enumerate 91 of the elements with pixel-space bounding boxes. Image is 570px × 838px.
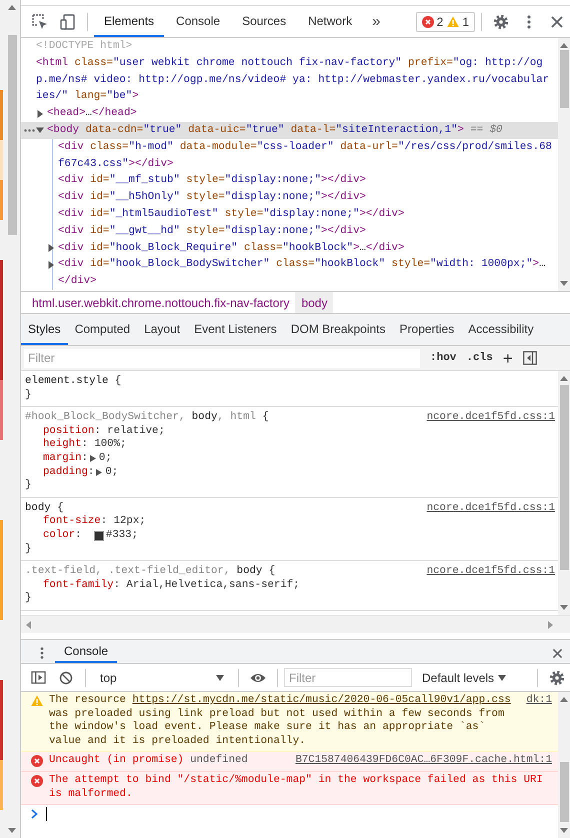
count-text: 1 — [462, 14, 469, 28]
dom-node[interactable]: <div id="hook_Block_BodySwitcher" class="hookBlock" style="width: 1000px;">… </div> — [21, 256, 558, 290]
css-property[interactable]: position — [43, 424, 94, 438]
css-value[interactable]: 0; — [98, 452, 112, 466]
sidebar-tab[interactable]: DOM Breakpoints — [284, 314, 393, 345]
message-text: The resource https://st.mycdn.me/static/music/2020-06-05call90v1/app.css was preloaded using link preload but not used within a few seconds from the window's load event. Please make sure it has an appropriate `as` value and it is preloaded intentionally. — [49, 694, 512, 748]
colon-text: : — [81, 438, 88, 452]
count-text: 2 — [436, 14, 444, 28]
css-selector: .text-field, .text-field_editor, body { — [25, 565, 276, 579]
dom-node[interactable]: <div id="hook_Block_Require" class="hookBlock">…</div> — [21, 240, 558, 256]
css-selector: #hook_Block_BodySwitcher, body, html { — [25, 411, 269, 425]
sidebar-tab[interactable]: Event Listeners — [187, 314, 284, 345]
source-link[interactable]: ncore.dce1f5fd.css:1 — [426, 565, 555, 579]
css-property[interactable]: height — [43, 438, 82, 452]
sidebar-toggle-icon[interactable] — [522, 351, 537, 365]
dom-node[interactable]: <div id="__gwt__hd" style="display:none;"></div> — [21, 222, 558, 240]
css-value[interactable]: #333; — [106, 528, 138, 543]
prompt-chevron-icon — [31, 809, 38, 820]
disclosure-triangle-icon[interactable] — [47, 260, 55, 269]
css-property[interactable]: color — [43, 528, 76, 543]
disclosure-triangle-icon[interactable] — [36, 126, 44, 134]
css-value[interactable]: 0; — [105, 466, 118, 480]
closing-brace: } — [25, 592, 32, 604]
css-property[interactable]: font-size — [43, 515, 101, 529]
expand-triangle-icon[interactable] — [96, 468, 102, 476]
message-text: The attempt to bind "/static/%module-map" in the workspace failed as this URI is malformed. — [49, 774, 544, 802]
expand-triangle-icon[interactable] — [90, 455, 96, 462]
css-property[interactable]: padding — [43, 466, 88, 480]
closing-brace: } — [25, 542, 32, 555]
closing-brace: } — [25, 479, 32, 492]
dom-node[interactable]: <html class="user webkit chrome nottouch fix-nav-factory" prefix="og: http://ogp.me/ns# video: http://ogp.me/ns/video# ya: http://webmaster.yandex.ru/vocabularies/" lang="be"> — [21, 54, 558, 106]
breadcrumb[interactable]: body — [295, 292, 334, 313]
colon-text: : — [114, 578, 120, 592]
css-property[interactable]: margin — [43, 452, 82, 466]
color-swatch[interactable] — [94, 530, 104, 541]
error-icon — [31, 774, 43, 787]
css-property[interactable]: font-family — [43, 578, 114, 592]
dom-node[interactable]: <head>…</head> — [21, 105, 558, 122]
caret-icon — [498, 674, 506, 680]
breadcrumb[interactable]: html.user.webkit.chrome.nottouch.fix-nav-factory — [26, 292, 296, 313]
closing-brace: } — [25, 388, 32, 401]
more-tabs-button[interactable]: » — [364, 13, 388, 30]
panel-tab[interactable]: Network — [298, 6, 362, 37]
css-value[interactable]: 12px; — [114, 515, 146, 529]
resource-link[interactable]: https://st.mycdn.me/static/music/2020-06-05call90v1/app.css — [132, 694, 511, 706]
warning-icon — [31, 695, 43, 707]
warning-icon — [447, 16, 460, 28]
caret-icon — [216, 674, 224, 680]
colon-text: : — [94, 424, 101, 438]
css-value[interactable]: Arial,Helvetica,sans-serif; — [126, 578, 300, 592]
drawer-tab[interactable]: Console — [55, 640, 118, 663]
message-text: Uncaught (in promise) undefined — [49, 754, 249, 768]
sidebar-tab[interactable]: Layout — [137, 314, 188, 345]
levels-dropdown[interactable]: Default levels — [414, 670, 514, 684]
source-link[interactable]: dk:1 — [526, 694, 552, 708]
colon-text: : — [81, 452, 88, 466]
colon-text: : — [75, 528, 82, 543]
hover-state-button[interactable]: :hov — [430, 352, 456, 364]
dom-node[interactable]: <div id="_html5audioTest" style="display:none;"></div> — [21, 206, 558, 223]
error-icon — [422, 16, 434, 28]
colon-text: : — [100, 515, 108, 529]
disclosure-triangle-icon[interactable] — [36, 110, 44, 118]
error-icon — [31, 755, 43, 768]
sidebar-tab[interactable]: Accessibility — [461, 314, 541, 345]
dom-node[interactable]: <body data-cdn="true" data-uic="true" data-l="siteInteraction,1"> == $0 — [21, 122, 558, 139]
source-link[interactable]: B7C1587406439FD6C0AC…6F309F.cache.html:1 — [295, 754, 552, 768]
scrollbar[interactable] — [558, 38, 570, 291]
dom-node[interactable]: <div id="__h5hOnly" style="display:none;"></div> — [21, 189, 558, 206]
css-value[interactable]: relative; — [107, 424, 165, 438]
css-selector: body { — [25, 502, 64, 515]
context-dropdown[interactable]: top — [92, 664, 232, 691]
more-dots-icon[interactable] — [24, 128, 35, 132]
scrollbar[interactable] — [558, 371, 570, 615]
panel-tab[interactable]: Console — [166, 6, 230, 37]
scrollbar[interactable] — [558, 692, 570, 838]
colon-text: : — [88, 466, 94, 480]
horizontal-scrollbar[interactable] — [21, 615, 570, 633]
class-button[interactable]: .cls — [466, 352, 493, 364]
dom-node[interactable]: <div id="__mf_stub" style="display:none;"></div> — [21, 172, 558, 190]
css-selector: element.style { — [25, 375, 122, 389]
new-rule-button[interactable]: + — [502, 350, 513, 366]
css-value[interactable]: 100%; — [94, 438, 126, 452]
disclosure-triangle-icon[interactable] — [47, 244, 55, 252]
panel-tab[interactable]: Sources — [232, 6, 296, 37]
source-link[interactable]: ncore.dce1f5fd.css:1 — [426, 411, 555, 425]
issues-counter[interactable]: 2 1 — [416, 12, 475, 32]
source-link[interactable]: ncore.dce1f5fd.css:1 — [426, 502, 555, 516]
panel-tab[interactable]: Elements — [94, 6, 164, 37]
sidebar-tab[interactable]: Computed — [68, 314, 138, 345]
dom-node[interactable]: <div class="h-mod" data-module="css-loader" data-url="/res/css/prod/smiles.68f67c43.css"></div> — [21, 138, 558, 172]
sidebar-tab[interactable]: Properties — [392, 314, 462, 345]
